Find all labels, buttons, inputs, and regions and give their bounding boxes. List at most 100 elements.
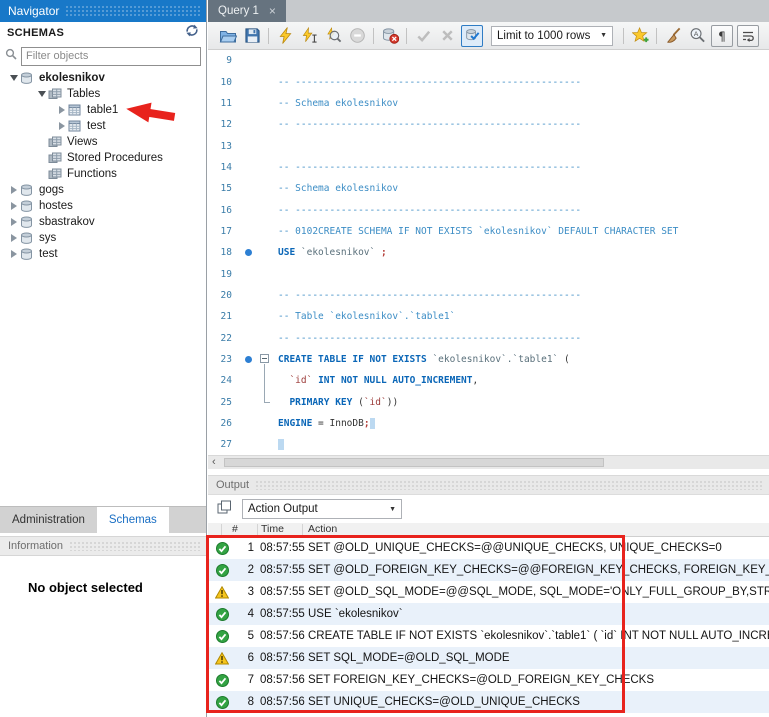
tab-query-1[interactable]: Query 1 × xyxy=(208,0,286,22)
column-header-index: # xyxy=(232,523,238,536)
editor-line-21[interactable]: 21-- Table `ekolesnikov`.`table1` xyxy=(208,306,769,327)
tree-item-views[interactable]: Views xyxy=(0,134,205,150)
tree-item-tables[interactable]: Tables xyxy=(0,86,205,102)
output-panel-header[interactable]: Output xyxy=(208,475,769,495)
tab-administration[interactable]: Administration xyxy=(0,507,97,533)
commit-icon[interactable] xyxy=(411,25,435,47)
editor-line-24[interactable]: 24 `id` INT NOT NULL AUTO_INCREMENT, xyxy=(208,370,769,391)
expander-closed-icon[interactable] xyxy=(8,202,20,210)
editor-line-27[interactable]: 27 xyxy=(208,434,769,455)
tree-item-table1[interactable]: table1 xyxy=(0,102,205,118)
tree-item-hostes[interactable]: hostes xyxy=(0,198,205,214)
editor-line-16[interactable]: 16-- -----------------------------------… xyxy=(208,199,769,220)
stop-icon[interactable] xyxy=(345,25,369,47)
output-row-4[interactable]: 408:57:55USE `ekolesnikov` xyxy=(208,603,769,625)
fold-indicator[interactable] xyxy=(256,349,274,370)
line-number: 18 xyxy=(208,247,240,258)
scroll-left-arrow-icon[interactable]: ‹ xyxy=(212,456,216,469)
output-row-7[interactable]: 708:57:56SET FOREIGN_KEY_CHECKS=@OLD_FOR… xyxy=(208,669,769,691)
expander-closed-icon[interactable] xyxy=(56,122,68,130)
editor-line-20[interactable]: 20-- -----------------------------------… xyxy=(208,285,769,306)
fold-spacer xyxy=(256,221,274,242)
expander-closed-icon[interactable] xyxy=(8,218,20,226)
expander-open-icon[interactable] xyxy=(36,91,48,97)
success-icon xyxy=(208,564,236,577)
tree-item-gogs[interactable]: gogs xyxy=(0,182,205,198)
editor-line-22[interactable]: 22-- -----------------------------------… xyxy=(208,327,769,348)
tree-item-functions[interactable]: Functions xyxy=(0,166,205,182)
output-row-1[interactable]: 108:57:55SET @OLD_UNIQUE_CHECKS=@@UNIQUE… xyxy=(208,537,769,559)
line-code: -- 0102CREATE SCHEMA IF NOT EXISTS `ekol… xyxy=(274,226,678,237)
beautify-icon[interactable] xyxy=(661,25,685,47)
tree-item-sys[interactable]: sys xyxy=(0,230,205,246)
wrap-text-icon[interactable] xyxy=(737,25,759,47)
expander-closed-icon[interactable] xyxy=(8,186,20,194)
expander-closed-icon[interactable] xyxy=(8,250,20,258)
editor-tab-bar: Query 1 × xyxy=(208,0,769,22)
editor-line-19[interactable]: 19 xyxy=(208,263,769,284)
line-number: 26 xyxy=(208,418,240,429)
output-row-3[interactable]: 308:57:55SET @OLD_SQL_MODE=@@SQL_MODE, S… xyxy=(208,581,769,603)
schema-icon xyxy=(20,232,37,245)
editor-line-15[interactable]: 15-- Schema ekolesnikov xyxy=(208,178,769,199)
editor-line-13[interactable]: 13 xyxy=(208,135,769,156)
information-header[interactable]: Information xyxy=(0,536,206,556)
editor-line-14[interactable]: 14-- -----------------------------------… xyxy=(208,157,769,178)
refresh-schemas-icon[interactable] xyxy=(185,24,199,42)
expander-closed-icon[interactable] xyxy=(56,106,68,114)
execute-current-icon[interactable] xyxy=(297,25,321,47)
tab-schemas[interactable]: Schemas xyxy=(97,507,169,533)
fold-spacer xyxy=(256,285,274,306)
action-output-list: 108:57:55SET @OLD_UNIQUE_CHECKS=@@UNIQUE… xyxy=(208,537,769,713)
open-script-icon[interactable] xyxy=(216,25,240,47)
save-script-icon[interactable] xyxy=(240,25,264,47)
output-row-2[interactable]: 208:57:55SET @OLD_FOREIGN_KEY_CHECKS=@@F… xyxy=(208,559,769,581)
show-invisibles-icon[interactable]: ¶ xyxy=(711,25,733,47)
row-index: 3 xyxy=(236,586,254,598)
editor-line-26[interactable]: 26ENGINE = InnoDB; xyxy=(208,413,769,434)
save-snippet-icon[interactable] xyxy=(628,25,652,47)
success-icon xyxy=(208,674,236,687)
rollback-icon[interactable] xyxy=(435,25,459,47)
autocommit-toggle-icon[interactable] xyxy=(461,25,483,47)
editor-line-9[interactable]: 9 xyxy=(208,50,769,71)
expander-closed-icon[interactable] xyxy=(8,234,20,242)
row-action: SET @OLD_SQL_MODE=@@SQL_MODE, SQL_MODE='… xyxy=(308,586,769,598)
explain-icon[interactable] xyxy=(321,25,345,47)
row-time: 08:57:56 xyxy=(260,630,306,642)
editor-line-12[interactable]: 12-- -----------------------------------… xyxy=(208,114,769,135)
chevron-down-icon: ▼ xyxy=(592,32,607,39)
output-row-5[interactable]: 508:57:56CREATE TABLE IF NOT EXISTS `eko… xyxy=(208,625,769,647)
tree-item-test[interactable]: test xyxy=(0,246,205,262)
tree-item-ekolesnikov[interactable]: ekolesnikov xyxy=(0,70,205,86)
editor-line-23[interactable]: 23CREATE TABLE IF NOT EXISTS `ekolesniko… xyxy=(208,349,769,370)
sql-editor[interactable]: 910-- ----------------------------------… xyxy=(208,50,769,455)
stop-on-error-icon[interactable] xyxy=(378,25,402,47)
limit-rows-selector[interactable]: Limit to 1000 rows▼ xyxy=(491,26,613,46)
navigator-header[interactable]: Navigator xyxy=(0,0,206,22)
line-number: 19 xyxy=(208,269,240,280)
tree-item-test[interactable]: test xyxy=(0,118,205,134)
tree-item-stored-procedures[interactable]: Stored Procedures xyxy=(0,150,205,166)
output-row-6[interactable]: 608:57:56SET SQL_MODE=@OLD_SQL_MODE xyxy=(208,647,769,669)
navigator-header-texture xyxy=(65,5,200,17)
editor-line-11[interactable]: 11-- Schema ekolesnikov xyxy=(208,93,769,114)
filter-input[interactable] xyxy=(21,47,201,66)
tree-item-label: sys xyxy=(37,232,56,244)
editor-line-10[interactable]: 10-- -----------------------------------… xyxy=(208,71,769,92)
editor-line-25[interactable]: 25 PRIMARY KEY (`id`)) xyxy=(208,392,769,413)
editor-horizontal-scrollbar[interactable]: ‹ xyxy=(208,455,769,469)
editor-line-18[interactable]: 18USE `ekolesnikov` ; xyxy=(208,242,769,263)
expander-open-icon[interactable] xyxy=(8,75,20,81)
line-number: 25 xyxy=(208,397,240,408)
tree-item-sbastrakov[interactable]: sbastrakov xyxy=(0,214,205,230)
scrollbar-thumb[interactable] xyxy=(224,458,604,467)
execute-icon[interactable] xyxy=(273,25,297,47)
output-row-8[interactable]: 808:57:56SET UNIQUE_CHECKS=@OLD_UNIQUE_C… xyxy=(208,691,769,713)
row-action: CREATE TABLE IF NOT EXISTS `ekolesnikov`… xyxy=(308,630,769,642)
output-view-selector-value: Action Output xyxy=(248,503,318,515)
output-view-selector[interactable]: Action Output ▼ xyxy=(242,499,402,519)
close-tab-icon[interactable]: × xyxy=(269,5,276,17)
editor-line-17[interactable]: 17-- 0102CREATE SCHEMA IF NOT EXISTS `ek… xyxy=(208,221,769,242)
find-icon[interactable]: A xyxy=(685,25,709,47)
